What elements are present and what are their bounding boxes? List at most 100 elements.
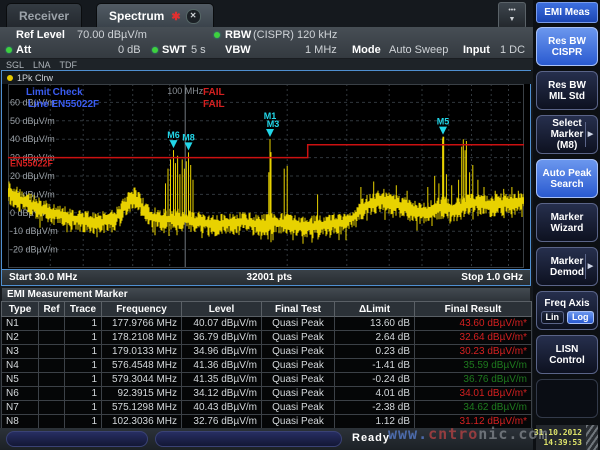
softkey-label: Res BW [548, 36, 586, 47]
softkey-label: Marker [551, 212, 584, 223]
table-cell: 1 [65, 401, 102, 415]
table-cell: 40.43 dBµV/m [182, 401, 262, 415]
table-cell: 1 [65, 387, 102, 401]
rbw-label[interactable]: RBW [225, 28, 251, 42]
table-cell: 36.79 dBµV/m [182, 331, 262, 345]
trace-color-icon [7, 75, 13, 81]
softkey-label: Demod [550, 267, 584, 278]
table-cell: 576.4548 MHz [102, 359, 182, 373]
svg-text:100 MHz: 100 MHz [167, 86, 204, 96]
table-row[interactable]: N6192.3915 MHz34.12 dBµV/mQuasi Peak4.01… [2, 387, 532, 401]
softkey-sidebar: EMI Meas Res BWCISPRRes BWMIL StdSelectM… [533, 0, 600, 450]
status-flag-lna: LNA [33, 60, 51, 70]
toggle-log[interactable]: Log [567, 311, 594, 324]
table-cell: Quasi Peak [262, 401, 335, 415]
table-row[interactable]: N71575.1298 MHz40.43 dBµV/mQuasi Peak-2.… [2, 401, 532, 415]
softkey-label: Wizard [551, 223, 584, 234]
table-row[interactable]: N11177.9766 MHz40.07 dBµV/mQuasi Peak13.… [2, 317, 532, 331]
table-cell [39, 373, 65, 387]
status-flag-bar: SGLLNATDF [0, 59, 539, 70]
table-row[interactable]: N41576.4548 MHz41.36 dBµV/mQuasi Peak-1.… [2, 359, 532, 373]
table-cell: Quasi Peak [262, 345, 335, 359]
display-menu-button[interactable]: ••• ▼ [498, 2, 526, 29]
table-section-title: EMI Measurement Marker [1, 287, 531, 301]
lisn-control-button[interactable]: LISNControl [536, 335, 598, 374]
datetime-panel: 31.10.2012 14:39:53 [536, 425, 598, 450]
softkey-menu-title: EMI Meas [536, 2, 598, 23]
svg-text:-10 dBµV/m: -10 dBµV/m [10, 226, 58, 236]
final-result-cell: 35.59 dBµV/m [415, 359, 532, 373]
table-cell: 34.12 dBµV/m [182, 387, 262, 401]
ref-level-label[interactable]: Ref Level [16, 28, 65, 42]
column-header: Level [182, 302, 262, 317]
table-cell: N5 [2, 373, 39, 387]
unsaved-changes-icon: ✱ [171, 10, 180, 23]
status-bar: Ready [0, 428, 533, 450]
date-label: 31.10.2012 [534, 428, 582, 438]
freq-axis-button[interactable]: Freq AxisLinLog [536, 291, 598, 330]
mode-value: Auto Sweep [389, 43, 448, 57]
tab-bar: Receiver Spectrum ✱ ✕ ••• ▼ [0, 0, 533, 27]
table-row[interactable]: N31179.0133 MHz34.96 dBµV/mQuasi Peak0.2… [2, 345, 532, 359]
marker-wizard-button[interactable]: MarkerWizard [536, 203, 598, 242]
marker-demod-button[interactable]: MarkerDemod▶ [536, 247, 598, 286]
final-result-cell: 34.62 dBµV/m [415, 401, 532, 415]
softkey-label: Control [549, 355, 585, 366]
svg-text:FAIL: FAIL [203, 99, 225, 110]
tab-receiver-label: Receiver [19, 9, 69, 23]
table-cell: N7 [2, 401, 39, 415]
softkey-label: MIL Std [549, 91, 585, 102]
close-tab-icon[interactable]: ✕ [186, 9, 201, 24]
column-header: ΔLimit [335, 302, 415, 317]
spectrum-plot[interactable]: 60 dBµV/m50 dBµV/m40 dBµV/m30 dBµV/m20 d… [8, 84, 524, 268]
input-label[interactable]: Input [463, 43, 490, 57]
table-row[interactable]: N21178.2108 MHz36.79 dBµV/mQuasi Peak2.6… [2, 331, 532, 345]
toggle-lin[interactable]: Lin [541, 311, 565, 324]
auto-peak-search-button[interactable]: Auto PeakSearch [536, 159, 598, 198]
tab-receiver[interactable]: Receiver [6, 3, 82, 28]
final-result-cell: 31.12 dBµV/m* [415, 415, 532, 429]
table-cell: N4 [2, 359, 39, 373]
table-cell: 13.60 dB [335, 317, 415, 331]
svg-text:-20 dBµV/m: -20 dBµV/m [10, 245, 58, 255]
res-bw-mil-std-button[interactable]: Res BWMIL Std [536, 71, 598, 110]
column-header: Final Test [262, 302, 335, 317]
final-result-cell: 34.01 dBµV/m* [415, 387, 532, 401]
svg-text:Limit Check: Limit Check [26, 87, 83, 98]
softkey-label: Select [552, 118, 581, 129]
table-cell: Quasi Peak [262, 373, 335, 387]
final-result-cell: 30.23 dBµV/m* [415, 345, 532, 359]
att-label[interactable]: Att [16, 43, 31, 57]
table-cell: N2 [2, 331, 39, 345]
svg-text:M5: M5 [437, 117, 450, 127]
svg-text:M8: M8 [182, 132, 195, 142]
table-cell: Quasi Peak [262, 317, 335, 331]
vbw-label[interactable]: VBW [225, 43, 251, 57]
rbw-value: (CISPR) 120 kHz [253, 28, 337, 42]
swt-value: 5 s [191, 43, 206, 57]
tab-spectrum-label: Spectrum [109, 9, 164, 23]
mode-label[interactable]: Mode [352, 43, 381, 57]
hatch-decoration [586, 425, 598, 450]
table-cell: N6 [2, 387, 39, 401]
table-cell: -2.38 dB [335, 401, 415, 415]
swt-label[interactable]: SWT [162, 43, 186, 57]
table-row[interactable]: N51579.3044 MHz41.35 dBµV/mQuasi Peak-0.… [2, 373, 532, 387]
settings-panel: Ref Level 70.00 dBµV/m RBW (CISPR) 120 k… [0, 27, 533, 59]
tab-spectrum[interactable]: Spectrum ✱ ✕ [96, 3, 214, 28]
table-cell: 40.07 dBµV/m [182, 317, 262, 331]
table-cell [39, 345, 65, 359]
submenu-arrow-icon: ▶ [585, 122, 595, 147]
select-marker-button[interactable]: SelectMarker(M8)▶ [536, 115, 598, 154]
table-cell: 1 [65, 331, 102, 345]
rbw-led-icon [214, 32, 220, 38]
svg-text:20 dBµV/m: 20 dBµV/m [10, 171, 55, 181]
table-cell [39, 331, 65, 345]
final-result-cell: 36.76 dBµV/m [415, 373, 532, 387]
frequency-axis-bar: Start 30.0 MHz 32001 pts Stop 1.0 GHz [2, 269, 530, 285]
res-bw-cispr-button[interactable]: Res BWCISPR [536, 27, 598, 66]
table-cell: Quasi Peak [262, 415, 335, 429]
table-row[interactable]: N81102.3036 MHz32.76 dBµV/mQuasi Peak1.1… [2, 415, 532, 429]
empty-softkey[interactable] [536, 379, 598, 418]
stop-frequency-label: Stop 1.0 GHz [461, 272, 523, 283]
